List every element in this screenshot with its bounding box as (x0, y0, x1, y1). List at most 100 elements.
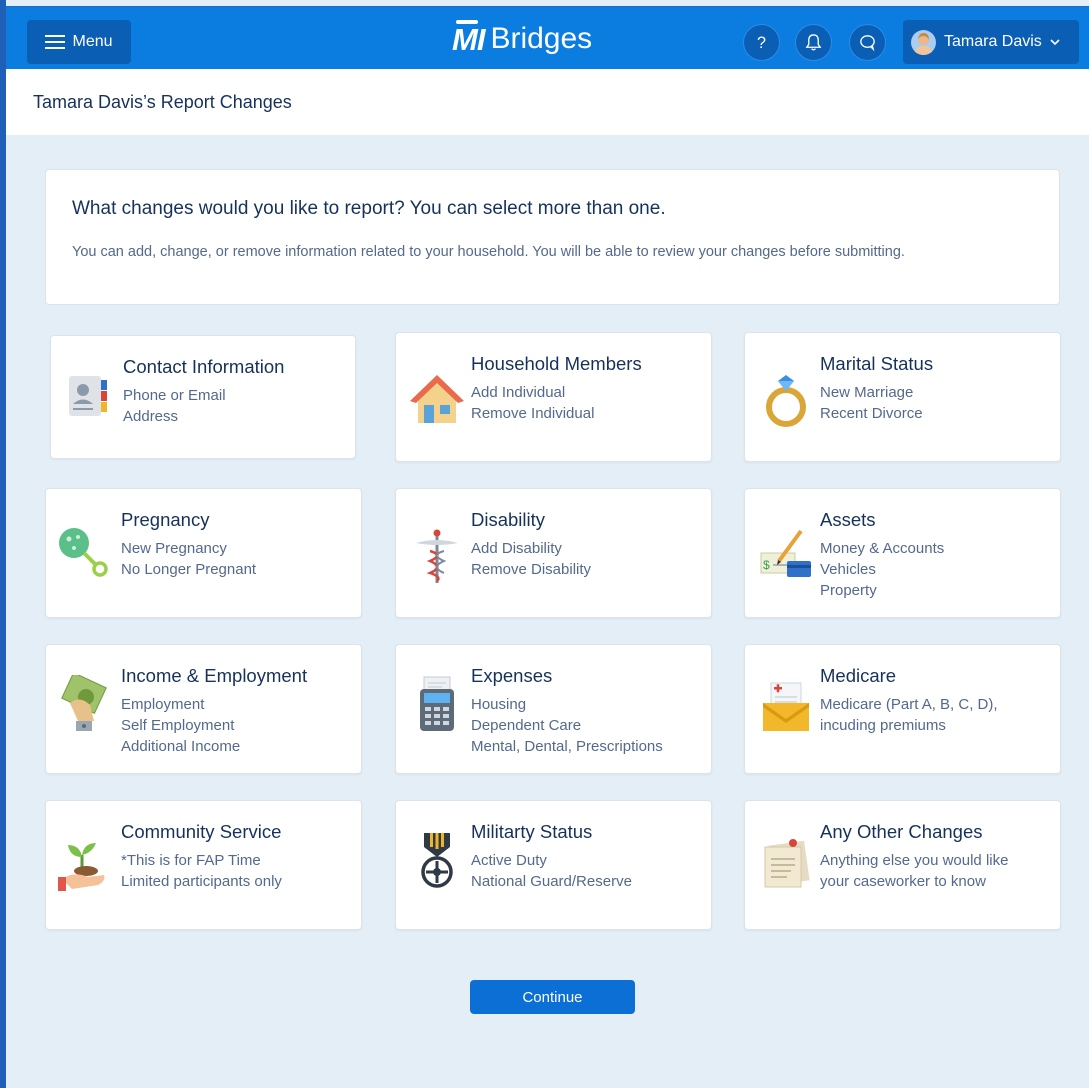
intro-panel: What changes would you like to report? Y… (45, 169, 1060, 305)
ring-icon (766, 375, 806, 427)
note-icon (764, 839, 810, 888)
chat-button[interactable] (849, 24, 886, 61)
card-title: Assets (820, 509, 876, 530)
card-details: Money & Accounts Vehicles Property (820, 538, 944, 601)
card-details: Anything else you would like your casewo… (820, 850, 1008, 892)
card-line: Remove Disability (471, 561, 592, 578)
logo-mark: MI (452, 20, 485, 57)
house-icon (410, 375, 464, 423)
page-title: Tamara Davis’s Report Changes (33, 91, 292, 112)
check-and-card-icon: $ (760, 529, 811, 577)
military-medal-icon (421, 833, 453, 888)
chevron-down-icon (1050, 39, 1060, 46)
card-line: Phone or Email (123, 387, 226, 404)
card-title: Disability (471, 509, 546, 530)
card-details: New Pregnancy No Longer Pregnant (121, 538, 256, 580)
user-menu-button[interactable]: Tamara Davis (903, 20, 1079, 64)
card-line: Limited participants only (121, 873, 282, 890)
card-line: Dependent Care (471, 717, 582, 734)
card-details: Employment Self Employment Additional In… (121, 694, 240, 757)
card-line: Mental, Dental, Prescriptions (471, 738, 663, 755)
app-header: Menu MI Bridges ? Tamara Davis (6, 6, 1089, 69)
avatar (911, 29, 936, 55)
card-line: Address (123, 408, 179, 425)
card-details: Add Disability Remove Disability (471, 538, 591, 580)
card-line: Housing (471, 696, 527, 713)
baby-rattle-icon (59, 528, 108, 577)
card-expenses[interactable]: Expenses Housing Dependent Care Mental, … (395, 644, 712, 774)
money-hand-icon (61, 675, 107, 731)
chat-icon (860, 35, 875, 52)
medical-envelope-icon (763, 682, 809, 731)
card-line: Add Individual (471, 384, 566, 401)
svg-text:?: ? (757, 34, 766, 52)
card-line: Money & Accounts (820, 540, 945, 557)
card-title: Community Service (121, 821, 282, 842)
card-line: Self Employment (121, 717, 235, 734)
svg-text:$: $ (763, 558, 770, 572)
card-title: Militarty Status (471, 821, 593, 842)
logo-word: Bridges (490, 22, 593, 55)
card-assets[interactable]: $ Assets Money & Accounts Vehicles Prope… (744, 488, 1061, 618)
menu-button[interactable]: Menu (27, 20, 131, 64)
card-line: Active Duty (471, 852, 547, 869)
card-details: Housing Dependent Care Mental, Dental, P… (471, 694, 663, 757)
intro-text: You can add, change, or remove informati… (72, 244, 905, 260)
card-title: Contact Information (123, 356, 285, 377)
card-title: Marital Status (820, 353, 934, 374)
card-title: Medicare (820, 665, 897, 686)
caduceus-icon (416, 529, 458, 583)
card-line: your caseworker to know (820, 873, 986, 890)
question-icon: ? (757, 34, 766, 52)
card-any-other-changes[interactable]: Any Other Changes Anything else you woul… (744, 800, 1061, 930)
mi-bridges-logo: MI Bridges (452, 20, 593, 57)
notifications-button[interactable] (795, 24, 832, 61)
card-details: Add Individual Remove Individual (471, 382, 594, 424)
card-line: Employment (121, 696, 205, 713)
card-line: New Pregnancy (121, 540, 227, 557)
card-details: New Marriage Recent Divorce (820, 382, 923, 424)
card-line: *This is for FAP Time (121, 852, 261, 869)
card-medicare[interactable]: Medicare Medicare (Part A, B, C, D), inc… (744, 644, 1061, 774)
card-details: Medicare (Part A, B, C, D), incuding pre… (820, 694, 998, 736)
card-line: Vehicles (820, 561, 876, 578)
card-community-service[interactable]: Community Service *This is for FAP Time … (45, 800, 362, 930)
hamburger-icon (45, 35, 66, 49)
card-line: Property (820, 582, 877, 599)
card-income-employment[interactable]: Income & Employment Employment Self Empl… (45, 644, 362, 774)
card-household-members[interactable]: Household Members Add Individual Remove … (395, 332, 712, 462)
card-line: Anything else you would like (820, 852, 1009, 869)
card-title: Income & Employment (121, 665, 308, 686)
intro-heading: What changes would you like to report? Y… (72, 198, 666, 219)
card-line: Recent Divorce (820, 405, 923, 422)
card-line: National Guard/Reserve (471, 873, 632, 890)
help-button[interactable]: ? (743, 24, 780, 61)
card-details: *This is for FAP Time Limited participan… (121, 850, 282, 892)
payment-terminal-icon (420, 676, 454, 731)
continue-button[interactable]: Continue (470, 980, 635, 1014)
bell-icon (805, 34, 822, 51)
menu-label: Menu (72, 33, 113, 50)
card-contact-information[interactable]: Contact Information Phone or Email Addre… (50, 335, 356, 459)
card-line: Add Disability (471, 540, 562, 557)
card-disability[interactable]: Disability Add Disability Remove Disabil… (395, 488, 712, 618)
page-header: Tamara Davis’s Report Changes (6, 69, 1089, 135)
card-title: Household Members (471, 353, 642, 374)
user-name: Tamara Davis (944, 33, 1042, 50)
card-marital-status[interactable]: Marital Status New Marriage Recent Divor… (744, 332, 1061, 462)
card-military-status[interactable]: Militarty Status Active Duty National Gu… (395, 800, 712, 930)
card-line: New Marriage (820, 384, 914, 401)
card-details: Active Duty National Guard/Reserve (471, 850, 632, 892)
card-line: Medicare (Part A, B, C, D), (820, 696, 998, 713)
card-pregnancy[interactable]: Pregnancy New Pregnancy No Longer Pregna… (45, 488, 362, 618)
card-line: Additional Income (121, 738, 241, 755)
contact-card-icon (69, 376, 107, 416)
card-title: Any Other Changes (820, 821, 983, 842)
card-line: No Longer Pregnant (121, 561, 257, 578)
card-title: Pregnancy (121, 509, 210, 530)
plant-hand-icon (58, 843, 105, 891)
window-frame (0, 0, 6, 1088)
card-title: Expenses (471, 665, 553, 686)
card-line: incuding premiums (820, 717, 946, 734)
card-details: Phone or Email Address (123, 385, 226, 427)
